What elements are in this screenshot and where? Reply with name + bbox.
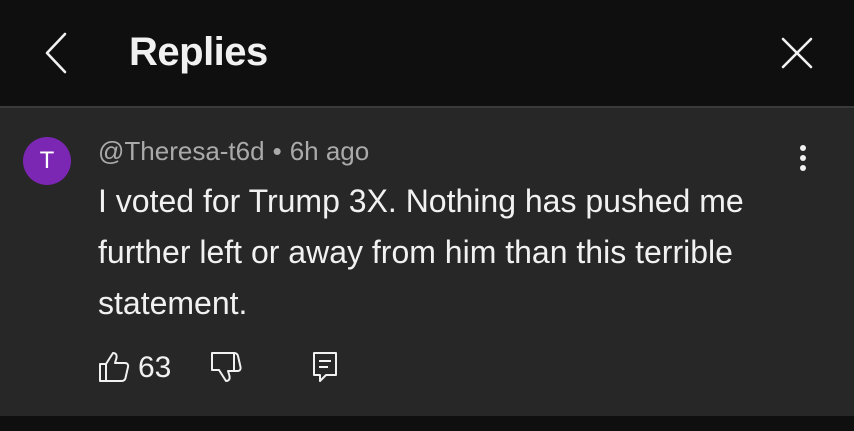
reply-icon	[310, 350, 340, 384]
comment-actions: 63	[98, 348, 358, 388]
back-button[interactable]	[34, 30, 78, 76]
replies-header: Replies	[0, 0, 854, 106]
meta-separator: •	[272, 136, 282, 166]
close-button[interactable]	[772, 30, 822, 76]
comment-text: I voted for Trump 3X. Nothing has pushed…	[98, 183, 744, 321]
page-title: Replies	[129, 30, 268, 74]
dislike-button[interactable]	[210, 350, 242, 384]
comment-card: T @Theresa-t6d • 6h ago I voted for Trump …	[0, 108, 854, 416]
bottom-bar	[0, 416, 854, 431]
comment-time: 6h ago	[289, 136, 370, 166]
reply-button[interactable]	[310, 350, 340, 384]
more-vert-icon	[799, 144, 807, 172]
comment-author[interactable]: @Theresa-t6d	[98, 136, 265, 166]
thumbs-up-icon	[98, 350, 130, 384]
avatar[interactable]: T	[23, 137, 71, 185]
comment-meta: @Theresa-t6d • 6h ago	[98, 135, 369, 167]
close-icon	[780, 36, 814, 70]
chevron-left-icon	[43, 31, 69, 75]
like-button[interactable]	[98, 350, 130, 384]
like-count: 63	[138, 351, 172, 384]
thumbs-down-icon	[210, 350, 242, 384]
more-options-button[interactable]	[786, 138, 820, 178]
